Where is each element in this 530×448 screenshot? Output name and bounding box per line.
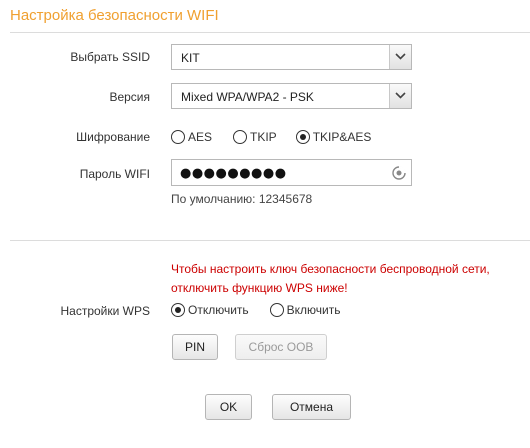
version-select[interactable]: Mixed WPA/WPA2 - PSK: [171, 83, 412, 109]
title-divider: [10, 32, 530, 33]
radio-button-selected[interactable]: [295, 130, 310, 144]
ssid-value: KIT: [181, 51, 200, 65]
radio-button[interactable]: [269, 303, 284, 317]
ssid-select[interactable]: KIT: [171, 44, 412, 70]
section-divider: [10, 240, 530, 241]
version-label: Версия: [109, 90, 150, 104]
ssid-label: Выбрать SSID: [70, 50, 150, 64]
cancel-button[interactable]: Отмена: [272, 394, 351, 420]
chevron-down-icon[interactable]: [389, 84, 411, 108]
ok-button[interactable]: OK: [205, 394, 252, 420]
password-field[interactable]: ●●●●●●●●●: [171, 159, 412, 186]
page-title: Настройка безопасности WIFI: [10, 7, 219, 24]
encryption-option-aes[interactable]: AES: [171, 130, 212, 144]
radio-button-selected[interactable]: [171, 303, 185, 317]
password-label: Пароль WIFI: [79, 167, 150, 181]
password-value: ●●●●●●●●●: [180, 166, 287, 181]
pin-button[interactable]: PIN: [172, 334, 218, 360]
encryption-radio-group: AES TKIP TKIP&AES: [171, 130, 384, 144]
encryption-label: Шифрование: [76, 130, 150, 144]
version-value: Mixed WPA/WPA2 - PSK: [181, 90, 314, 104]
radio-button[interactable]: [171, 130, 185, 144]
reset-oob-button[interactable]: Сброс OOB: [235, 334, 327, 360]
encryption-option-tkip-aes[interactable]: TKIP&AES: [295, 130, 371, 144]
wps-option-enable[interactable]: Включить: [269, 303, 341, 317]
show-password-icon[interactable]: [391, 165, 407, 184]
radio-button[interactable]: [233, 130, 248, 144]
wps-label: Настройки WPS: [60, 304, 150, 318]
chevron-down-icon[interactable]: [389, 45, 411, 69]
wps-warning: Чтобы настроить ключ безопасности беспро…: [171, 262, 490, 295]
wps-option-disable[interactable]: Отключить: [171, 303, 249, 317]
wps-radio-group: Отключить Включить: [171, 303, 354, 317]
password-default-hint: По умолчанию: 12345678: [171, 192, 313, 206]
encryption-option-tkip[interactable]: TKIP: [233, 130, 277, 144]
